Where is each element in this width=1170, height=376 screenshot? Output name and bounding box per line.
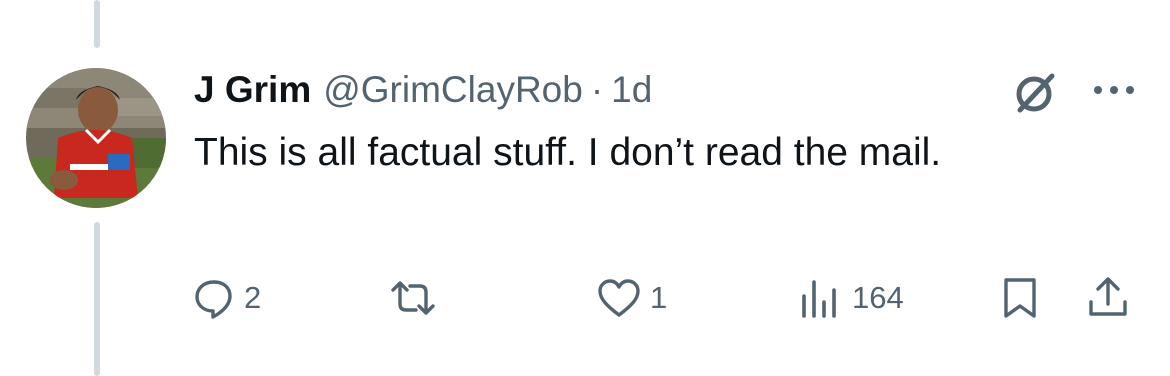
bar-chart-icon — [802, 280, 836, 318]
display-name[interactable]: J Grim — [194, 69, 311, 111]
view-count: 164 — [852, 280, 904, 315]
heart-icon — [598, 279, 640, 317]
avatar-photo — [26, 68, 166, 208]
timestamp[interactable]: 1d — [611, 69, 652, 111]
like-count: 1 — [650, 280, 668, 315]
share-upload-icon — [1089, 277, 1127, 316]
retweet-button[interactable] — [388, 276, 446, 320]
action-bar: 2 1 164 — [0, 270, 1170, 326]
reply-button[interactable]: 2 — [192, 276, 261, 320]
retweet-arrows-icon — [391, 281, 435, 315]
reply-count: 2 — [244, 280, 262, 315]
avatar[interactable] — [26, 68, 166, 208]
tweet-text: This is all factual stuff. I don’t read … — [194, 131, 942, 174]
tweet-header: J Grim @GrimClayRob · 1d — [194, 66, 652, 114]
bookmark-button[interactable] — [1000, 276, 1040, 320]
thread-line-top — [94, 0, 100, 48]
bookmark-icon — [1004, 278, 1036, 318]
more-dots-icon[interactable] — [1088, 76, 1140, 104]
share-button[interactable] — [1086, 274, 1130, 320]
user-handle[interactable]: @GrimClayRob — [323, 69, 583, 111]
speech-bubble-icon — [195, 280, 232, 319]
grok-slash-circle-icon[interactable] — [1012, 70, 1058, 116]
separator-dot: · — [590, 69, 604, 110]
like-button[interactable]: 1 — [596, 276, 667, 320]
views-button[interactable]: 164 — [798, 276, 904, 320]
